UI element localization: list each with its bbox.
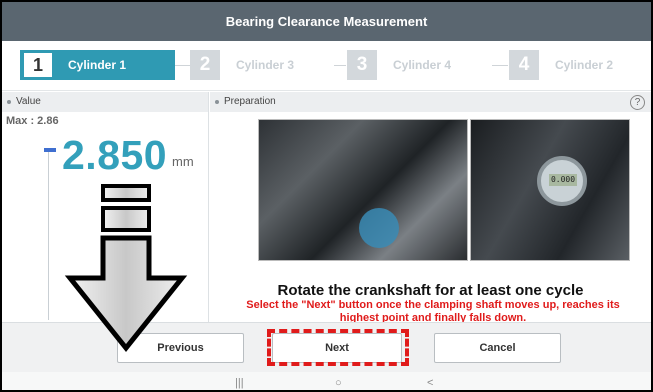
window-title: Bearing Clearance Measurement: [2, 2, 651, 41]
step-connector: [492, 65, 508, 66]
step-number: 4: [509, 50, 539, 80]
value-panel-title: Value: [16, 96, 41, 107]
bullet-icon: [7, 100, 11, 104]
step-connector: [175, 65, 190, 66]
step-label: Cylinder 2: [555, 58, 614, 72]
step-cylinder-1[interactable]: 1 Cylinder 1: [20, 50, 175, 80]
value-gauge-marker: [44, 148, 56, 152]
value-panel-header: Value: [2, 92, 208, 112]
back-icon[interactable]: <: [427, 377, 433, 389]
measured-value: 2.850: [62, 132, 168, 178]
step-cylinder-2[interactable]: 4 Cylinder 2: [509, 50, 613, 80]
value-unit: mm: [172, 154, 194, 169]
cancel-button[interactable]: Cancel: [434, 333, 561, 363]
max-value-label: Max : 2.86: [6, 115, 59, 127]
instruction-detail: Select the "Next" button once the clampi…: [246, 299, 620, 322]
preparation-panel-title: Preparation: [224, 96, 276, 107]
engine-photo: [258, 119, 468, 261]
home-icon[interactable]: ○: [335, 377, 342, 389]
step-number: 2: [190, 50, 220, 80]
step-number: 1: [24, 53, 52, 77]
engine-oil-cap-shape: [359, 208, 399, 248]
bullet-icon: [215, 100, 219, 104]
dial-gauge-readout: 0.000: [549, 174, 577, 186]
preparation-panel: Preparation ? 0.000 Rotate the crankshaf…: [210, 92, 651, 322]
next-button-highlight: [267, 329, 409, 366]
preparation-panel-header: Preparation: [210, 92, 651, 112]
help-icon[interactable]: ?: [630, 95, 645, 110]
step-cylinder-4[interactable]: 3 Cylinder 4: [347, 50, 451, 80]
step-label: Cylinder 3: [236, 58, 295, 72]
step-number: 3: [347, 50, 377, 80]
step-indicator: 1 Cylinder 1 2 Cylinder 3 3 Cylinder 4 4…: [2, 41, 651, 91]
dial-gauge-photo: 0.000: [470, 119, 630, 261]
app-window: Bearing Clearance Measurement 1 Cylinder…: [0, 0, 653, 392]
down-arrow-annotation-icon: [64, 184, 188, 353]
step-label: Cylinder 1: [68, 58, 127, 72]
step-connector: [334, 65, 346, 66]
step-label: Cylinder 4: [393, 58, 452, 72]
step-cylinder-3[interactable]: 2 Cylinder 3: [190, 50, 294, 80]
recents-icon[interactable]: |||: [235, 377, 244, 389]
instruction-title: Rotate the crankshaft for at least one c…: [277, 282, 584, 299]
